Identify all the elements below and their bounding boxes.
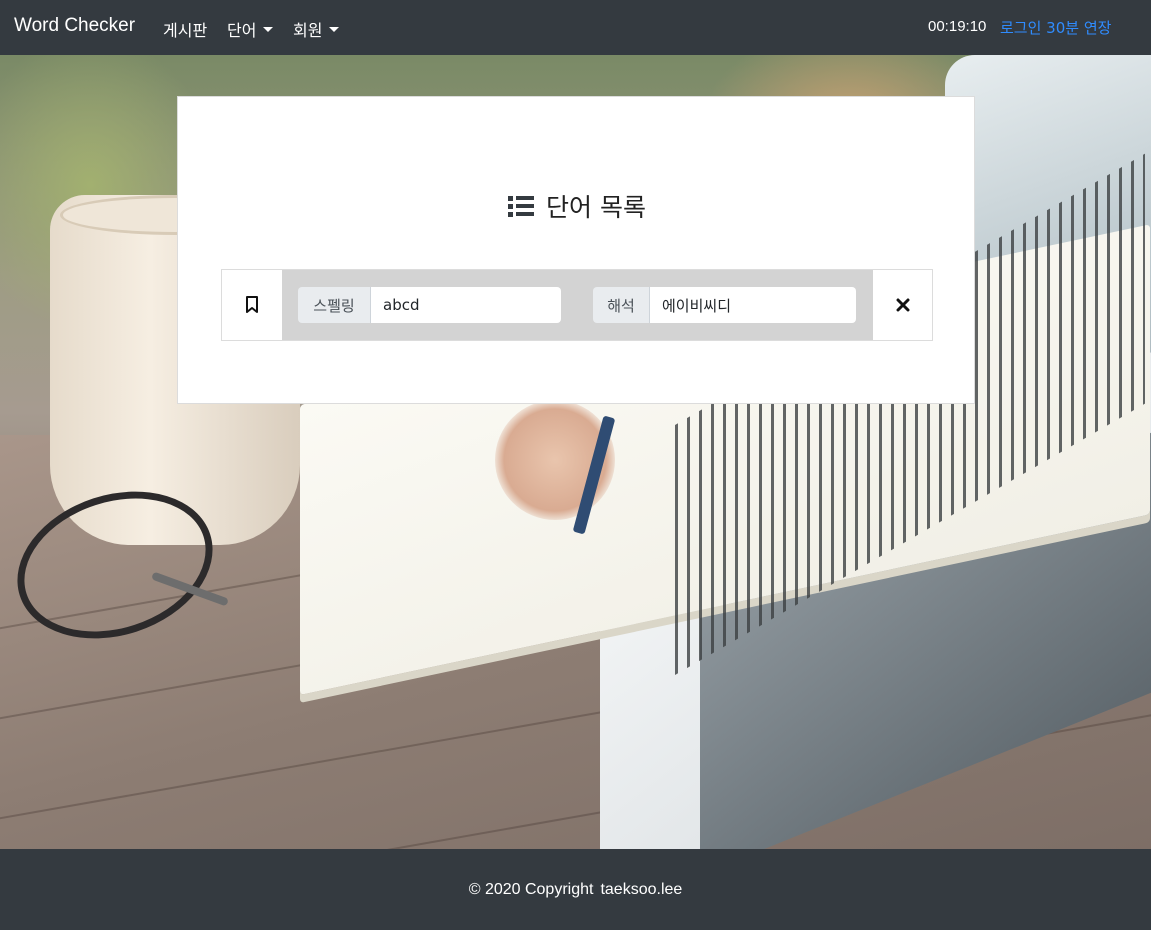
spelling-label: 스펠링 — [298, 287, 371, 323]
footer-copyright: © 2020 Copyright — [468, 880, 594, 898]
nav-board[interactable]: 게시판 — [163, 17, 207, 41]
word-fields: 스펠링 abcd 해석 에이비씨디 — [282, 270, 873, 340]
nav-members-label: 회원 — [293, 21, 323, 40]
spelling-input[interactable]: abcd — [371, 287, 561, 323]
word-list-card: 단어 목록 스펠링 abcd 해석 에이비씨디 — [177, 96, 975, 404]
nav-words-dropdown[interactable]: 단어 — [227, 17, 274, 41]
bookmark-icon — [246, 296, 258, 313]
extend-login-link[interactable]: 로그인 30분 연장 — [1000, 17, 1111, 38]
chevron-down-icon — [329, 26, 340, 32]
footer-author: taeksoo.lee — [600, 880, 683, 898]
nav-members-dropdown[interactable]: 회원 — [293, 17, 340, 41]
navbar: Word Checker 게시판 단어 회원 00:19:10 로그인 30분 … — [0, 0, 1151, 55]
session-timer: 00:19:10 — [928, 18, 987, 35]
brand-link[interactable]: Word Checker — [14, 15, 135, 37]
footer: © 2020 Copyright taeksoo.lee — [0, 849, 1151, 930]
page-title: 단어 목록 — [178, 188, 976, 224]
meaning-label: 해석 — [593, 287, 650, 323]
chevron-down-icon — [263, 26, 274, 32]
meaning-input[interactable]: 에이비씨디 — [650, 287, 856, 323]
nav-board-label: 게시판 — [163, 21, 208, 40]
bookmark-button[interactable] — [222, 270, 282, 340]
word-row: 스펠링 abcd 해석 에이비씨디 — [221, 269, 933, 341]
meaning-input-group: 해석 에이비씨디 — [593, 287, 856, 323]
spelling-input-group: 스펠링 abcd — [298, 287, 561, 323]
nav-words-label: 단어 — [227, 21, 257, 40]
page-title-text: 단어 목록 — [546, 193, 646, 222]
close-icon — [896, 298, 909, 312]
list-icon — [508, 195, 535, 217]
delete-word-button[interactable] — [873, 270, 932, 340]
